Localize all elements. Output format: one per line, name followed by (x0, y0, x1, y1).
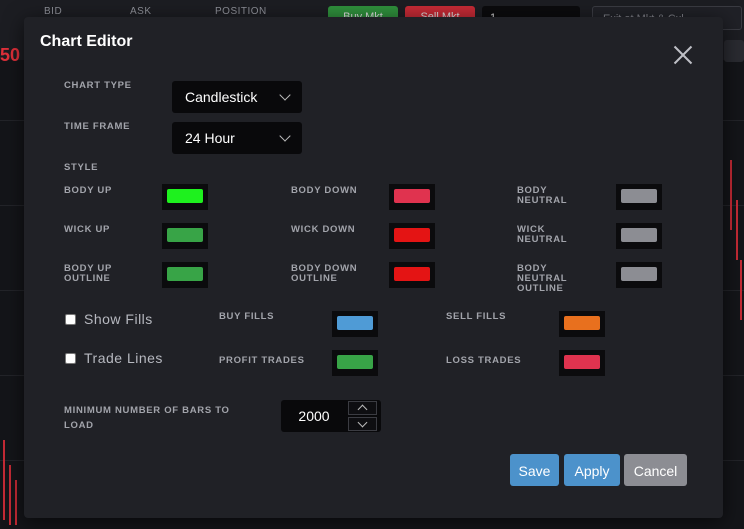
increment-button[interactable] (348, 401, 377, 415)
body-up-outline-color (167, 267, 203, 281)
show-fills-label: Show Fills (84, 311, 153, 327)
profit-trades-color (337, 355, 373, 369)
time-frame-label: TIME FRAME (64, 121, 131, 132)
wick-neutral-color (621, 228, 657, 242)
chevron-down-icon (357, 417, 368, 428)
trade-lines-toggle[interactable]: Trade Lines (65, 350, 163, 366)
body-up-label: BODY UP (64, 185, 113, 196)
sell-fills-color-swatch[interactable] (559, 311, 605, 337)
min-bars-label: MINIMUM NUMBER OF BARS TO LOAD (64, 405, 230, 431)
dialog-title: Chart Editor (40, 33, 133, 50)
decrement-button[interactable] (348, 417, 377, 431)
show-fills-checkbox[interactable] (65, 313, 76, 325)
buy-fills-color-swatch[interactable] (332, 311, 378, 337)
wick-up-label: WICK UP (64, 224, 111, 235)
profit-trades-label: PROFIT TRADES (219, 355, 305, 366)
body-down-outline-color (394, 267, 430, 281)
chevron-down-icon (279, 130, 291, 142)
body-neutral-outline-color (621, 267, 657, 281)
time-frame-value: 24 Hour (185, 130, 235, 146)
wick-up-color (167, 228, 203, 242)
min-bars-input[interactable]: 2000 (281, 400, 347, 432)
min-bars-stepper: 2000 (281, 400, 381, 432)
trade-lines-label: Trade Lines (84, 350, 163, 366)
header-side-button[interactable] (724, 40, 744, 62)
chart-candle (730, 160, 732, 230)
chart-type-value: Candlestick (185, 89, 258, 105)
position-column-header: POSITION (215, 6, 267, 17)
chart-candle (740, 260, 742, 320)
body-up-color (167, 189, 203, 203)
chart-editor-dialog: Chart Editor CHART TYPE Candlestick TIME… (24, 17, 723, 518)
body-down-outline-label: BODY DOWN OUTLINE (291, 263, 358, 284)
show-fills-toggle[interactable]: Show Fills (65, 311, 153, 327)
style-section-label: STYLE (64, 162, 99, 173)
close-icon[interactable] (673, 45, 693, 65)
wick-up-color-swatch[interactable] (162, 223, 208, 249)
wick-neutral-label: WICK NEUTRAL (517, 224, 568, 245)
body-down-color (394, 189, 430, 203)
loss-trades-color (564, 355, 600, 369)
chevron-down-icon (279, 89, 291, 101)
bid-column-header: BID (44, 6, 63, 17)
last-price: 50 (0, 45, 21, 65)
trade-lines-checkbox[interactable] (65, 352, 76, 364)
ask-column-header: ASK (130, 6, 152, 17)
wick-down-color-swatch[interactable] (389, 223, 435, 249)
cancel-button[interactable]: Cancel (624, 454, 687, 486)
body-down-label: BODY DOWN (291, 185, 358, 196)
chart-candle (736, 200, 738, 260)
loss-trades-color-swatch[interactable] (559, 350, 605, 376)
chart-candle (15, 480, 17, 525)
wick-down-color (394, 228, 430, 242)
apply-button[interactable]: Apply (564, 454, 620, 486)
buy-fills-label: BUY FILLS (219, 311, 275, 322)
wick-neutral-color-swatch[interactable] (616, 223, 662, 249)
sell-fills-color (564, 316, 600, 330)
save-button[interactable]: Save (510, 454, 559, 486)
loss-trades-label: LOSS TRADES (446, 355, 522, 366)
body-neutral-color (621, 189, 657, 203)
chart-type-select[interactable]: Candlestick (172, 81, 302, 113)
profit-trades-color-swatch[interactable] (332, 350, 378, 376)
body-neutral-color-swatch[interactable] (616, 184, 662, 210)
body-up-outline-label: BODY UP OUTLINE (64, 263, 112, 284)
body-neutral-outline-label: BODY NEUTRAL OUTLINE (517, 263, 568, 294)
chart-candle (9, 465, 11, 525)
sell-fills-label: SELL FILLS (446, 311, 507, 322)
body-up-color-swatch[interactable] (162, 184, 208, 210)
wick-down-label: WICK DOWN (291, 224, 356, 235)
chart-candle (3, 440, 5, 520)
body-neutral-outline-color-swatch[interactable] (616, 262, 662, 288)
chevron-up-icon (357, 404, 368, 415)
body-down-color-swatch[interactable] (389, 184, 435, 210)
time-frame-select[interactable]: 24 Hour (172, 122, 302, 154)
body-up-outline-color-swatch[interactable] (162, 262, 208, 288)
chart-type-label: CHART TYPE (64, 80, 132, 91)
body-down-outline-color-swatch[interactable] (389, 262, 435, 288)
body-neutral-label: BODY NEUTRAL (517, 185, 568, 206)
buy-fills-color (337, 316, 373, 330)
